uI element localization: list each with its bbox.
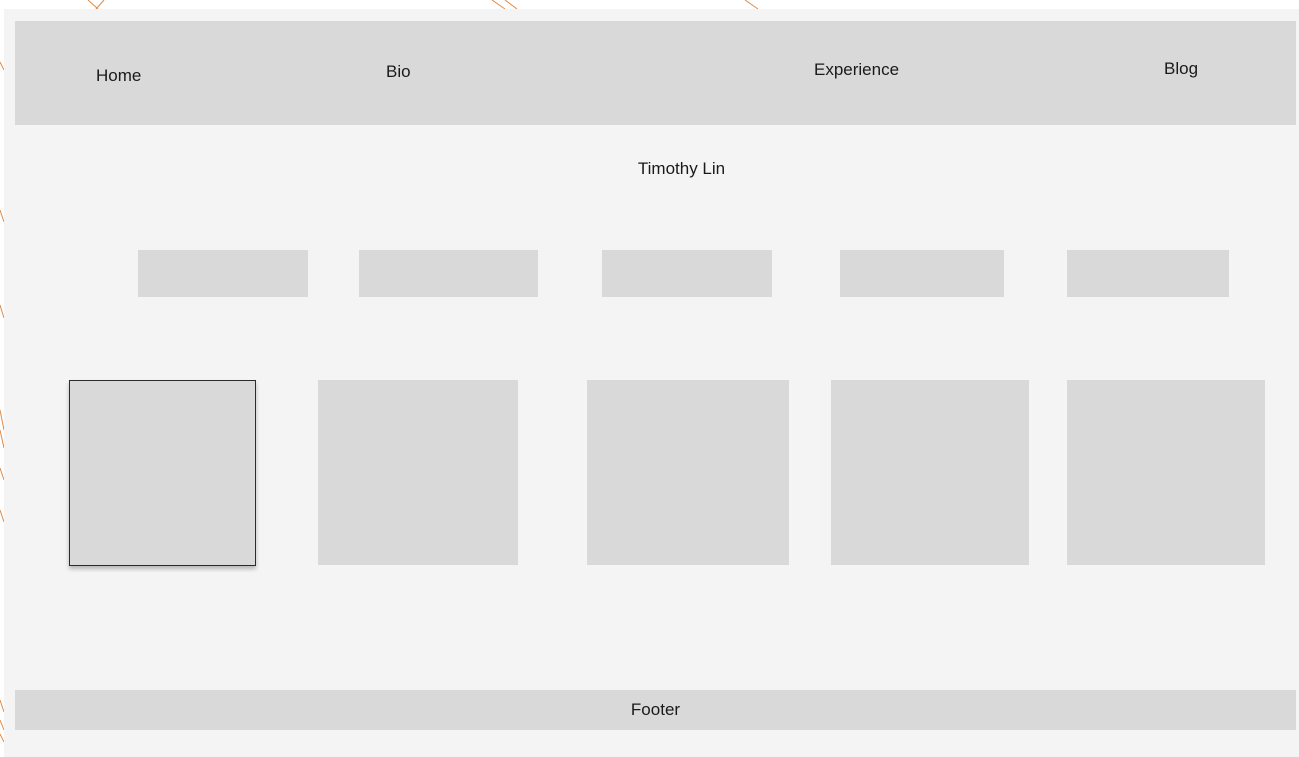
content-card-1-selected[interactable] [69, 380, 256, 566]
nav-item-bio[interactable]: Bio [386, 62, 411, 82]
footer: Footer [15, 690, 1296, 730]
section-button-2[interactable] [359, 250, 538, 297]
content-card-2[interactable] [318, 380, 518, 565]
section-button-5[interactable] [1067, 250, 1229, 297]
nav-item-blog[interactable]: Blog [1164, 59, 1198, 79]
footer-label: Footer [630, 700, 681, 719]
nav-item-experience[interactable]: Experience [814, 60, 899, 80]
content-card-4[interactable] [831, 380, 1029, 565]
content-card-3[interactable] [587, 380, 789, 565]
content-card-5[interactable] [1067, 380, 1265, 565]
section-button-4[interactable] [840, 250, 1004, 297]
top-navbar [15, 21, 1296, 125]
page-title: Timothy Lin [637, 159, 726, 178]
nav-item-home[interactable]: Home [96, 66, 141, 86]
section-button-1[interactable] [138, 250, 308, 297]
section-button-3[interactable] [602, 250, 772, 297]
